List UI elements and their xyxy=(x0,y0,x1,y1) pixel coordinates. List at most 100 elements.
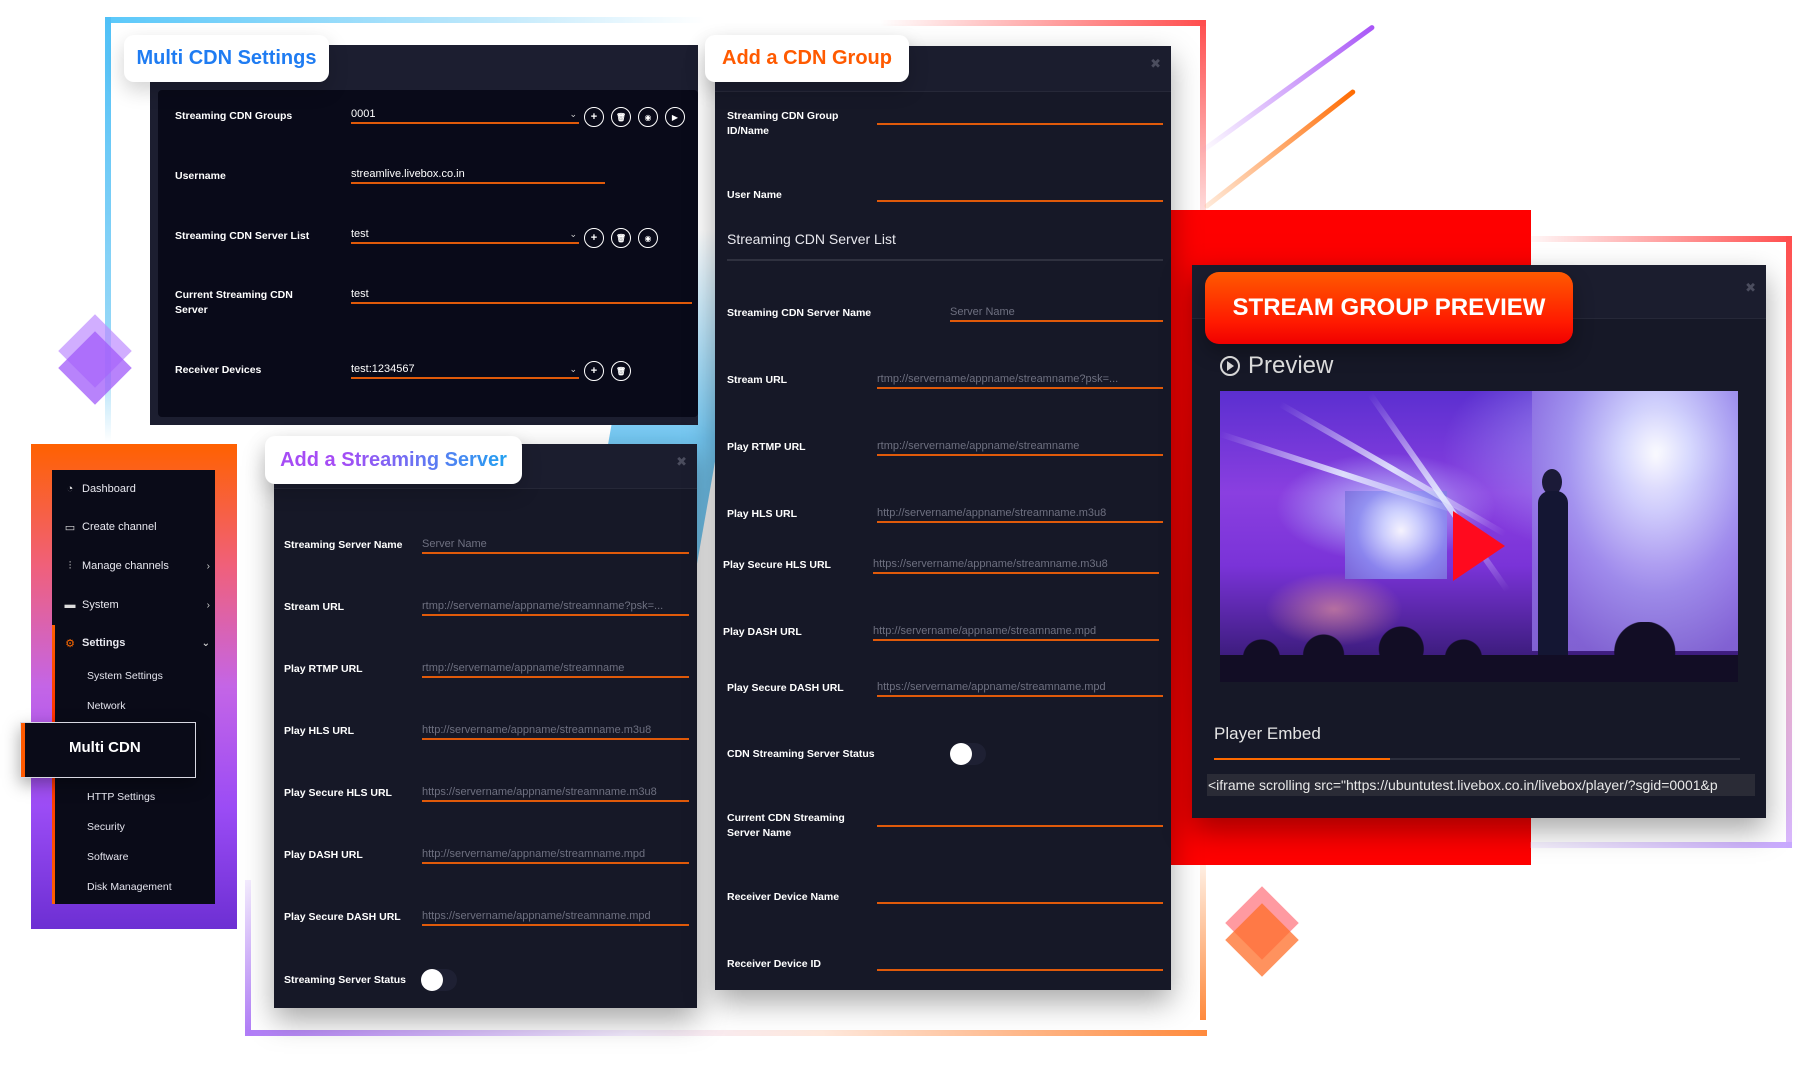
add-receiver-button[interactable]: + xyxy=(584,361,604,381)
form-label: Play Secure DASH URL xyxy=(284,911,401,923)
form-input[interactable]: http://servername/appname/streamname.mpd xyxy=(873,623,1159,641)
close-icon[interactable]: ✖ xyxy=(1150,56,1161,72)
cdn-server-list-select[interactable]: test ⌄ xyxy=(351,226,579,244)
decorative-line xyxy=(1198,24,1376,155)
form-input[interactable]: https://servername/appname/streamname.m3… xyxy=(422,784,689,802)
sidebar-item-system[interactable]: ▬ System › xyxy=(64,595,211,615)
receiver-device-name-label: Receiver Device Name xyxy=(727,891,840,903)
view-server-button[interactable]: ◉ xyxy=(638,228,658,248)
title-prefix: Add a xyxy=(280,448,336,471)
sidebar-subitem-software[interactable]: Software xyxy=(87,851,128,863)
receiver-devices-select[interactable]: test:1234567 ⌄ xyxy=(351,361,579,379)
streaming-server-status-toggle[interactable] xyxy=(421,969,457,991)
play-icon[interactable] xyxy=(1453,511,1505,581)
section-divider xyxy=(727,259,1163,261)
video-player[interactable] xyxy=(1220,391,1738,682)
form-input[interactable]: rtmp://servername/appname/streamname xyxy=(877,438,1163,456)
preview-label: Preview xyxy=(1248,352,1334,379)
sidebar-item-label: Settings xyxy=(82,637,126,649)
sidebar-subitem-security[interactable]: Security xyxy=(87,821,125,833)
form-input[interactable]: https://servername/appname/streamname.mp… xyxy=(877,679,1163,697)
chevron-right-icon: › xyxy=(206,599,210,611)
sidebar-subitem-http-settings[interactable]: HTTP Settings xyxy=(87,791,155,803)
sidebar-item-label: Manage channels xyxy=(82,560,169,572)
sidebar-item-create-channel[interactable]: ▭ Create channel xyxy=(64,517,210,537)
form-label: Play HLS URL xyxy=(284,725,355,737)
delete-server-button[interactable]: 🗑 xyxy=(611,228,631,248)
receiver-device-name-field[interactable] xyxy=(877,886,1163,904)
cdn-groups-select[interactable]: 0001 ⌄ xyxy=(351,106,579,124)
form-label: Stream URL xyxy=(284,601,345,613)
decorative-frame xyxy=(1200,865,1206,1020)
form-input[interactable]: rtmp://servername/appname/streamname xyxy=(422,660,689,678)
decorative-frame xyxy=(880,20,1206,26)
sliders-icon: ⫶ xyxy=(68,559,72,572)
view-cdn-group-button[interactable]: ◉ xyxy=(638,107,658,127)
current-cdn-server-label: Current Streaming CDN Server xyxy=(175,289,293,316)
close-icon[interactable]: ✖ xyxy=(1745,280,1756,296)
title-rest: Streaming Server xyxy=(341,448,507,471)
form-label: Streaming Server Name xyxy=(284,539,403,551)
decorative-frame xyxy=(105,17,705,23)
cdn-user-name-label: User Name xyxy=(727,189,782,201)
cdn-server-list-label: Streaming CDN Server List xyxy=(175,230,310,242)
form-input[interactable]: http://servername/appname/streamname.m3u… xyxy=(422,722,689,740)
form-input[interactable]: Server Name xyxy=(950,304,1163,322)
form-input[interactable]: http://servername/appname/streamname.mpd xyxy=(422,846,689,864)
receiver-devices-label: Receiver Devices xyxy=(175,364,262,376)
receiver-device-id-field[interactable] xyxy=(877,953,1163,971)
form-input[interactable]: rtmp://servername/appname/streamname?psk… xyxy=(422,598,689,616)
gear-icon: ⚙ xyxy=(65,637,75,650)
current-cdn-server-field[interactable]: test xyxy=(351,286,692,304)
cdn-user-name-field[interactable] xyxy=(877,184,1163,202)
sidebar-item-label: Create channel xyxy=(82,521,157,533)
active-indicator xyxy=(21,723,25,777)
cdn-server-list-heading: Streaming CDN Server List xyxy=(727,231,896,247)
delete-receiver-button[interactable]: 🗑 xyxy=(611,361,631,381)
receiver-device-id-label: Receiver Device ID xyxy=(727,958,821,970)
current-cdn-streaming-server-field[interactable] xyxy=(877,809,1163,827)
plus-icon: + xyxy=(590,111,598,123)
decorative-frame xyxy=(1200,20,1206,220)
add-server-button[interactable]: + xyxy=(584,228,604,248)
delete-cdn-group-button[interactable]: 🗑 xyxy=(611,107,631,127)
decorative-frame xyxy=(1786,236,1792,848)
close-icon[interactable]: ✖ xyxy=(676,454,687,470)
sidebar-subitem-system-settings[interactable]: System Settings xyxy=(87,670,163,682)
sidebar-item-label: System xyxy=(82,599,119,611)
sidebar-item-dashboard[interactable]: ◔ Dashboard xyxy=(64,479,210,499)
desktop-icon: ▬ xyxy=(64,599,76,611)
decorative-frame xyxy=(245,1030,1207,1036)
play-cdn-group-button[interactable]: ▶ xyxy=(665,107,685,127)
form-input[interactable]: Server Name xyxy=(422,536,689,554)
cdn-groups-value: 0001 xyxy=(351,108,376,120)
form-label: Play DASH URL xyxy=(284,849,363,861)
username-label: Username xyxy=(175,170,226,182)
cdn-group-id-label: Streaming CDN Group ID/Name xyxy=(727,110,839,137)
sidebar-subitem-network[interactable]: Network xyxy=(87,700,126,712)
cdn-server-status-toggle[interactable] xyxy=(950,743,986,765)
streaming-server-status-label: Streaming Server Status xyxy=(284,974,406,986)
cdn-group-id-field[interactable] xyxy=(877,107,1163,125)
form-input[interactable]: http://servername/appname/streamname.m3u… xyxy=(877,505,1163,523)
player-embed-code[interactable]: <iframe scrolling src="https://ubuntutes… xyxy=(1207,774,1755,796)
form-input[interactable]: https://servername/appname/streamname.mp… xyxy=(422,908,689,926)
form-input[interactable]: rtmp://servername/appname/streamname?psk… xyxy=(877,371,1163,389)
sidebar-item-settings[interactable]: ⚙ Settings ⌄ xyxy=(64,633,210,653)
receiver-devices-value: test:1234567 xyxy=(351,363,415,375)
username-field[interactable]: streamlive.livebox.co.in xyxy=(351,166,605,184)
tab-underline-active xyxy=(1214,758,1390,760)
form-input[interactable]: https://servername/appname/streamname.m3… xyxy=(873,556,1159,574)
chevron-down-icon: ⌄ xyxy=(201,637,210,649)
toggle-knob xyxy=(950,743,972,765)
trash-icon: 🗑 xyxy=(615,112,627,122)
sidebar-subitem-multi-cdn[interactable]: Multi CDN xyxy=(20,722,196,778)
video-scene-audience xyxy=(1220,622,1738,682)
chevron-right-icon: › xyxy=(206,560,210,572)
add-cdn-group-button[interactable]: + xyxy=(584,107,604,127)
sidebar-subitem-label: Multi CDN xyxy=(69,739,141,756)
sidebar-subitem-disk-management[interactable]: Disk Management xyxy=(87,881,172,893)
add-streaming-server-title: Add a Streaming Server xyxy=(265,436,522,484)
sidebar-item-manage-channels[interactable]: ⫶ Manage channels › xyxy=(64,556,210,576)
form-label: Stream URL xyxy=(727,374,788,386)
